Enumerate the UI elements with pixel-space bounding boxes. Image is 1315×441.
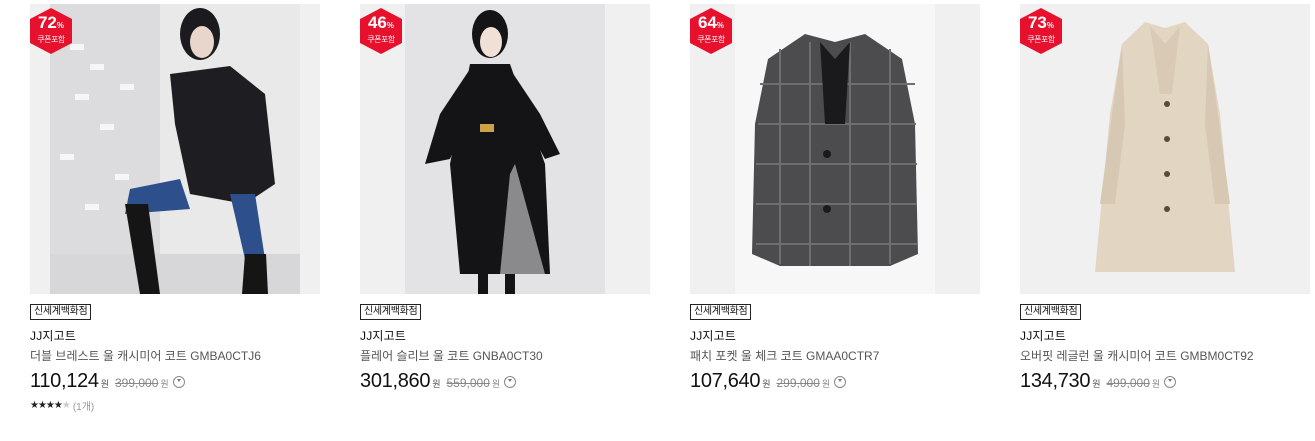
product-card[interactable]: 73% 쿠폰포함 신세계백화점 JJ지고트 오버핏 레글런 울 캐시미어 코트 …	[1020, 4, 1310, 393]
discount-badge: 72% 쿠폰포함	[30, 8, 72, 54]
store-tag: 신세계백화점	[690, 304, 752, 320]
sale-price: 134,730	[1020, 370, 1091, 392]
original-price-unit: 원	[821, 379, 831, 389]
product-image	[1020, 4, 1310, 294]
price-info-icon[interactable]	[1164, 376, 1177, 388]
original-price-unit: 원	[160, 379, 169, 389]
price-unit: 원	[100, 379, 109, 389]
discount-badge: 46% 쿠폰포함	[360, 8, 402, 54]
store-tag: 신세계백화점	[360, 304, 422, 320]
brand-name: JJ지고트	[690, 329, 737, 343]
product-image-link[interactable]: 46% 쿠폰포함	[360, 4, 650, 294]
product-card[interactable]: 72% 쿠폰포함 신세계백화점 JJ지고트 더블 브레스트 울 캐시미어 코트 …	[30, 4, 320, 413]
product-name[interactable]: 패치 포켓 울 체크 코트 GMAA0CTR7	[690, 349, 980, 364]
price-unit: 원	[432, 379, 441, 389]
price-row: 110,124 원 399,000 원	[30, 370, 320, 393]
price-row: 134,730 원 499,000 원	[1020, 370, 1310, 393]
store-tag: 신세계백화점	[1020, 304, 1082, 320]
price-unit: 원	[762, 379, 771, 389]
product-image-link[interactable]: 64% 쿠폰포함	[690, 4, 980, 294]
sale-price: 110,124	[30, 370, 99, 392]
original-price: 559,000	[446, 376, 490, 390]
product-name[interactable]: 더블 브레스트 울 캐시미어 코트 GMBA0CTJ6	[30, 349, 320, 364]
original-price: 399,000	[115, 376, 159, 390]
original-price: 299,000	[776, 376, 820, 390]
product-card[interactable]: 64% 쿠폰포함 신세계백화점 JJ지고트 패치 포켓 울 체크 코트 GMAA…	[690, 4, 980, 393]
price-info-icon[interactable]	[504, 376, 517, 388]
price-row: 301,860 원 559,000 원	[360, 370, 650, 393]
original-price-unit: 원	[491, 379, 501, 389]
product-name[interactable]: 플레어 슬리브 울 코트 GNBA0CT30	[360, 349, 650, 364]
sale-price: 107,640	[690, 370, 761, 392]
price-info-icon[interactable]	[834, 376, 847, 388]
product-name[interactable]: 오버핏 레글런 울 캐시미어 코트 GMBM0CT92	[1020, 349, 1310, 364]
discount-badge: 64% 쿠폰포함	[690, 8, 732, 54]
brand-name: JJ지고트	[1020, 329, 1067, 343]
product-image-link[interactable]: 72% 쿠폰포함	[30, 4, 320, 294]
discount-badge: 73% 쿠폰포함	[1020, 8, 1062, 54]
product-image-link[interactable]: 73% 쿠폰포함	[1020, 4, 1310, 294]
star-rating-icon: ★★★★★	[30, 400, 71, 411]
brand-name: JJ지고트	[30, 329, 77, 343]
original-price-unit: 원	[1151, 379, 1161, 389]
product-image	[690, 4, 980, 294]
original-price: 499,000	[1106, 376, 1150, 390]
review-count: (1개)	[72, 402, 95, 413]
product-card[interactable]: 46% 쿠폰포함 신세계백화점 JJ지고트 플레어 슬리브 울 코트 GNBA0…	[360, 4, 650, 393]
price-row: 107,640 원 299,000 원	[690, 370, 980, 393]
sale-price: 301,860	[360, 370, 431, 392]
price-info-icon[interactable]	[172, 376, 185, 388]
price-unit: 원	[1092, 379, 1101, 389]
product-image	[30, 4, 320, 294]
store-tag: 신세계백화점	[30, 304, 92, 320]
brand-name: JJ지고트	[360, 329, 407, 343]
rating: ★★★★★ (1개)	[30, 398, 320, 413]
product-image	[360, 4, 650, 294]
